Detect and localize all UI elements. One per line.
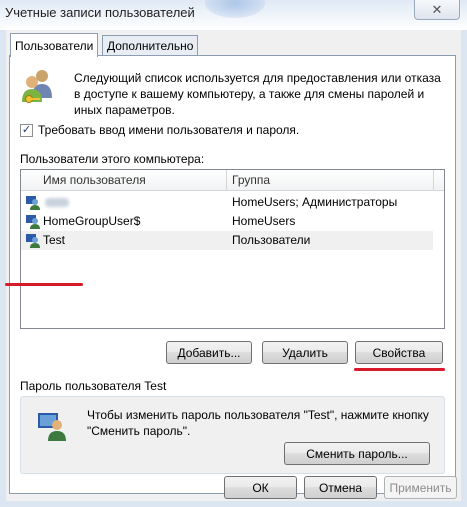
ok-button[interactable]: ОК [224,476,297,499]
require-login-checkbox[interactable]: ✓ [20,124,33,137]
user-name-obscured [45,198,69,207]
cancel-button[interactable]: Отмена [304,476,377,499]
red-underline-test-row [5,283,83,286]
tab-users[interactable]: Пользователи [10,33,99,57]
column-header-group[interactable]: Группа [232,173,270,187]
user-group: HomeUsers [232,214,296,228]
users-listview[interactable]: Имя пользователя Группа HomeUsers; Админ… [20,169,445,329]
user-row-test[interactable]: Test Пользователи [21,231,433,250]
password-group-title: Пароль пользователя Test [20,379,167,393]
column-separator[interactable] [433,170,434,190]
change-password-button[interactable]: Сменить пароль... [284,442,430,465]
window-frame-bottom [0,501,467,507]
user-group: Пользователи [232,233,311,247]
title-bar-glow [205,0,265,18]
window-title: Учетные записи пользователей [5,5,195,20]
title-bar: Учетные записи пользователей ✕ [0,0,467,30]
user-properties-button[interactable]: Свойства [355,341,443,364]
user-account-icon [26,215,40,229]
remove-user-button[interactable]: Удалить [262,341,348,364]
user-account-icon [26,234,40,248]
password-group-box: Чтобы изменить пароль пользователя "Test… [20,396,445,474]
users-list-caption: Пользователи этого компьютера: [20,152,205,166]
close-button[interactable]: ✕ [414,0,460,20]
intro-text: Следующий список используется для предос… [74,71,441,117]
users-icon [22,70,52,103]
listview-header: Имя пользователя Группа [21,170,444,191]
user-row-obscured[interactable]: HomeUsers; Администраторы [21,193,433,212]
user-name: Test [43,233,66,247]
user-group: HomeUsers; Администраторы [232,195,398,209]
user-row-homegroupuser[interactable]: HomeGroupUser$ HomeUsers [21,212,433,231]
dialog-client-area: Пользователи Дополнительно Следующий спи… [5,30,461,501]
apply-button[interactable]: Применить [384,476,457,499]
password-group-text: Чтобы изменить пароль пользователя "Test… [87,408,429,438]
column-header-username[interactable]: Имя пользователя [43,173,146,187]
user-account-icon [26,196,40,210]
user-name: HomeGroupUser$ [43,214,141,228]
user-password-icon [38,413,66,441]
require-login-label[interactable]: Требовать ввод имени пользователя и паро… [38,123,299,137]
tab-advanced[interactable]: Дополнительно [102,35,199,56]
users-tab-panel: Следующий список используется для предос… [5,55,456,494]
red-underline-properties-button [354,368,445,371]
column-separator[interactable] [226,170,227,190]
window-frame-right [461,30,467,507]
add-user-button[interactable]: Добавить... [166,341,252,364]
